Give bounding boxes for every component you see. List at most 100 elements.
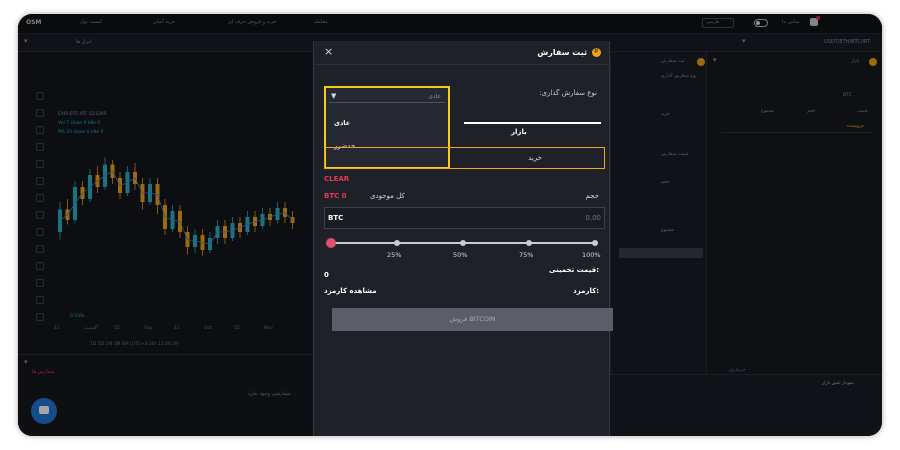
estimated-price-value: 0 [324,271,329,279]
x-axis-label: 15 [174,326,180,331]
chat-icon[interactable] [31,398,57,424]
prediction-tool-icon[interactable] [36,194,44,202]
order-form-panel: ثبت سفارش نوع سفارش گذاری خرید قیمت سفار… [610,52,706,404]
order-type-select[interactable]: ▼ عادی [329,91,445,103]
order-form-amount: حجم [661,180,670,185]
sell-button-label: فروش BITCOIN [449,315,496,323]
pair-label[interactable]: USDT/ETH/BTC/IRT [824,39,870,45]
language-select[interactable]: فارسی [702,18,734,28]
order-form-submit [619,248,703,258]
market-buyers: خریداران [729,368,746,373]
notification-icon[interactable] [810,16,820,26]
top-nav: OSM لیست پول خرید آسان خرید و فروش حرفه … [18,14,882,34]
buy-toggle[interactable]: خرید [324,147,605,169]
estimated-price-label: قیمت تخمینی: [549,266,599,274]
modal-title: ثبت سفارش [537,48,587,57]
sell-button[interactable]: فروش BITCOIN [332,308,613,331]
modal-header: × ثبت سفارش [314,41,611,65]
x-axis-label: Nov [264,326,273,331]
x-axis-label: 15 [234,326,240,331]
fib-tool-icon[interactable] [36,126,44,134]
line-tool-icon[interactable] [36,109,44,117]
slider-tick-75: 75% [519,251,534,259]
collapse-orders-icon[interactable]: ▾ [24,358,28,366]
market-title: بازار [851,59,860,64]
magnet-icon[interactable] [36,262,44,270]
chart-percent: 0.53% [70,314,85,319]
market-header-price: قیمت [857,109,868,114]
x-axis-label: 15 [54,326,60,331]
tab-market[interactable]: بازار [511,128,527,136]
orders-empty-text: سفارشی وجود ندارد [248,391,291,397]
x-axis-label: آگوست [84,326,98,331]
fee-label: کارمزد: [573,287,599,295]
open-orders-panel: ▾ سفارش ها سفارشی وجود ندارد [18,354,312,436]
market-sellers: فروشنده [847,124,864,129]
view-fee-link[interactable]: مشاهده کارمزد [324,287,377,295]
amount-input[interactable]: BTC 0.00 [324,207,605,229]
ruler-icon[interactable] [36,228,44,236]
nav-item-easy-buy[interactable]: خرید آسان [153,19,175,25]
market-collapse-icon[interactable]: ▾ [713,56,717,64]
order-form-price: قیمت سفارش [661,152,689,157]
clear-button[interactable]: CLEAR [324,175,349,183]
brush-tool-icon[interactable] [36,143,44,151]
chart-toolbar [32,92,48,330]
market-icon [869,58,877,66]
x-axis-label: Sep [144,326,153,331]
orders-tab[interactable]: سفارش ها [32,369,55,375]
slider-tick-50: 50% [453,251,468,259]
x-axis-label: Oct [204,326,212,331]
slider-dot-25[interactable] [394,240,400,246]
order-form-buy: خرید [661,112,670,117]
option-normal[interactable]: عادی [334,119,350,127]
depth-chart-title: نمودار عمق بازار [822,381,854,386]
pattern-tool-icon[interactable] [36,177,44,185]
depth-chart-panel: نمودار عمق بازار [610,374,882,436]
slider-handle[interactable] [326,238,336,248]
nav-item-trade[interactable]: معامله [314,19,328,25]
market-panel: ▾ بازار BTC قیمت حجم مجموع فروشنده خریدا… [706,52,882,375]
tab-underline [464,122,601,124]
available-label: کل موجودی [370,192,405,200]
trash-icon[interactable] [36,313,44,321]
slider-dot-100[interactable] [592,240,598,246]
nav-item-wallet[interactable]: لیست پول [80,19,102,25]
amount-slider[interactable]: 25% 50% 75% 100% [324,236,605,266]
tools-label: ابزار ها [76,39,92,45]
crosshair-icon[interactable] [36,92,44,100]
contact-link[interactable]: تماس ما [782,19,800,25]
market-divider [721,132,873,133]
close-icon[interactable]: × [324,45,333,58]
lock-icon[interactable] [36,279,44,287]
x-axis-label: 15 [114,326,120,331]
amount-unit: BTC [328,214,344,222]
order-form-type: نوع سفارش گذاری [661,74,697,79]
available-balance: BTC 0 [324,192,347,200]
market-header-volume: حجم [807,109,816,114]
zoom-icon[interactable] [36,245,44,253]
buy-label: خرید [528,154,542,162]
app-window: OSM لیست پول خرید آسان خرید و فروش حرفه … [18,14,882,436]
collapse-icon[interactable]: ▾ [24,37,28,45]
range-selector[interactable]: 1D 5D 1M 3M 6M (UTC+3:30) 12:06:39 [90,342,178,347]
market-fav[interactable]: BTC [843,93,852,98]
shape-tool-icon[interactable] [36,211,44,219]
slider-dot-75[interactable] [526,240,532,246]
order-type-label: نوع سفارش گذاری: [539,89,597,97]
eye-icon[interactable] [36,296,44,304]
price-chart[interactable]: EXIR:BTC-IRT 1D EXIR Vol 7 close 0 Idle … [18,52,312,354]
dropdown-caret-icon[interactable]: ▼ [331,92,336,100]
slider-dot-50[interactable] [460,240,466,246]
text-tool-icon[interactable] [36,160,44,168]
candlestick-chart[interactable] [50,52,312,354]
order-type-value: عادی [428,93,441,100]
order-form-title: ثبت سفارش [661,59,685,64]
slider-tick-25: 25% [387,251,402,259]
bitcoin-icon [592,47,601,57]
market-header-total: مجموع [761,109,774,114]
pair-dropdown-icon[interactable]: ▾ [742,37,746,45]
coin-icon [697,58,705,66]
theme-toggle[interactable] [754,19,768,27]
nav-item-pro-trade[interactable]: خرید و فروش حرفه ای [228,19,277,25]
